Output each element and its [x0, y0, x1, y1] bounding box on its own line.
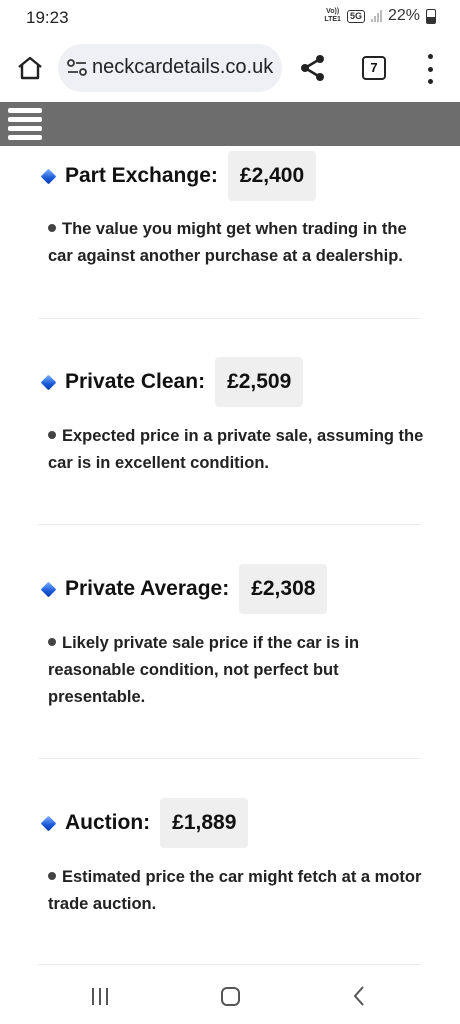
price-description: Likely private sale price if the car is … — [48, 630, 433, 711]
hamburger-menu-icon[interactable] — [8, 108, 42, 140]
price-value: £1,889 — [160, 798, 249, 848]
price-label: Private Clean: — [65, 370, 206, 393]
valuation-content: Part Exchange: £2,400 The value you migh… — [0, 146, 460, 966]
battery-icon — [426, 8, 436, 24]
recent-apps-icon[interactable] — [92, 988, 108, 1005]
address-bar[interactable]: neckcardetails.co.uk — [58, 44, 282, 92]
bullet-icon — [48, 430, 56, 439]
divider — [38, 318, 422, 319]
price-value: £2,509 — [215, 357, 304, 407]
status-time: 19:23 — [26, 8, 69, 27]
price-description: Expected price in a private sale, assumi… — [48, 423, 433, 477]
tab-switcher-button[interactable]: 7 — [362, 56, 386, 80]
network-5g-badge: 5G — [346, 9, 365, 23]
price-description: The value you might get when trading in … — [48, 216, 433, 270]
status-indicators: Vo)) LTE1 5G 22% — [324, 7, 436, 25]
diamond-icon — [40, 581, 57, 597]
volte-icon: Vo)) LTE1 — [324, 8, 341, 24]
divider — [38, 758, 422, 759]
browser-toolbar: neckcardetails.co.uk 7 — [0, 36, 460, 102]
diamond-icon — [40, 374, 57, 390]
site-header — [0, 102, 460, 146]
home-nav-icon[interactable] — [221, 987, 240, 1006]
volte-label: Vo)) — [326, 8, 340, 15]
description-text: Estimated price the car might fetch at a… — [48, 868, 422, 913]
lte-label: LTE1 — [324, 16, 341, 23]
price-description: Estimated price the car might fetch at a… — [48, 864, 433, 918]
price-value: £2,308 — [239, 564, 328, 614]
bullet-icon — [48, 637, 56, 646]
battery-percent: 22% — [387, 7, 420, 24]
price-row: Private Average: £2,308 — [40, 564, 328, 614]
price-value: £2,400 — [227, 151, 317, 201]
price-label: Part Exchange: — [65, 164, 218, 187]
price-label: Auction: — [65, 811, 151, 834]
site-settings-icon[interactable] — [66, 58, 88, 78]
status-bar: 19:23 Vo)) LTE1 5G 22% — [0, 0, 460, 36]
price-row: Private Clean: £2,509 — [40, 357, 304, 407]
share-icon[interactable] — [298, 53, 328, 83]
price-row: Part Exchange: £2,400 — [40, 151, 317, 201]
price-label: Private Average: — [65, 577, 230, 600]
home-button[interactable] — [14, 52, 46, 84]
back-icon[interactable] — [352, 985, 366, 1007]
divider — [38, 964, 422, 965]
divider — [38, 524, 422, 525]
description-text: Expected price in a private sale, assumi… — [48, 427, 424, 472]
signal-icon — [370, 10, 382, 22]
price-row: Auction: £1,889 — [40, 798, 249, 848]
description-text: Likely private sale price if the car is … — [48, 634, 360, 706]
more-vert-icon[interactable] — [420, 54, 440, 84]
diamond-icon — [40, 168, 57, 184]
home-icon — [18, 56, 42, 80]
system-nav-bar — [0, 966, 460, 1024]
url-text[interactable]: neckcardetails.co.uk — [92, 56, 273, 79]
description-text: The value you might get when trading in … — [48, 220, 407, 265]
bullet-icon — [48, 871, 56, 880]
diamond-icon — [40, 815, 57, 831]
bullet-icon — [48, 223, 56, 232]
